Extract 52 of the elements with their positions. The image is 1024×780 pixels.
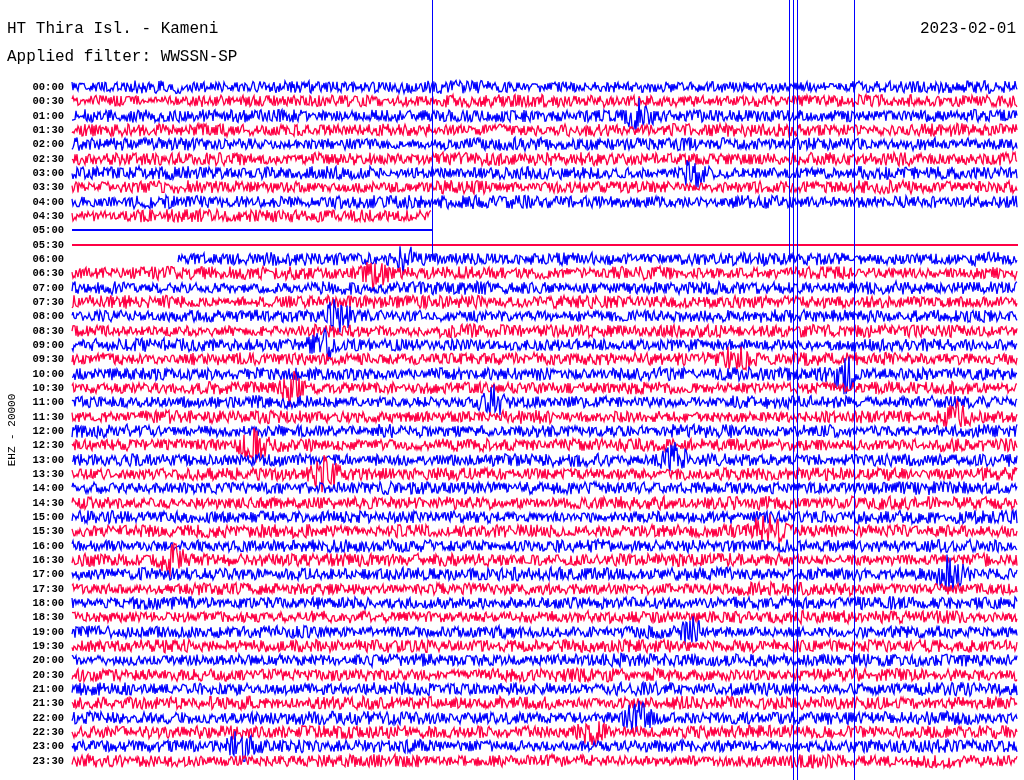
time-label: 18:00	[31, 596, 64, 609]
time-label: 04:30	[31, 210, 64, 223]
time-label: 00:00	[31, 81, 64, 94]
time-label: 13:30	[31, 468, 64, 480]
time-label: 06:00	[31, 253, 64, 266]
time-label: 02:30	[31, 152, 64, 165]
time-label: 02:00	[31, 138, 64, 151]
time-label: 12:00	[31, 425, 64, 438]
time-label: 04:00	[31, 195, 64, 208]
time-label: 09:00	[31, 339, 64, 352]
time-label: 10:00	[31, 367, 64, 380]
time-label: 21:30	[31, 697, 64, 710]
time-label: 08:30	[31, 324, 64, 337]
time-label: 19:30	[31, 639, 64, 652]
time-label: 13:00	[31, 453, 64, 466]
time-label: 01:30	[31, 124, 64, 137]
time-label: 14:00	[31, 482, 64, 495]
time-label: 12:30	[31, 439, 64, 452]
time-label: 22:00	[31, 711, 64, 724]
time-label: 06:30	[31, 267, 64, 280]
time-label: 03:00	[31, 167, 64, 180]
time-label: 15:00	[31, 511, 64, 523]
channel-label: EHZ - 20000	[6, 393, 18, 467]
date-label: 2023-02-01	[920, 20, 1016, 38]
time-label: 17:30	[31, 582, 64, 595]
time-label: 11:00	[31, 396, 64, 409]
time-label: 07:00	[31, 281, 64, 294]
time-label: 18:30	[31, 611, 64, 624]
time-label: 08:00	[31, 310, 64, 323]
time-label: 05:00	[31, 224, 64, 237]
time-label: 20:00	[31, 654, 64, 667]
time-label: 00:30	[31, 95, 64, 108]
time-label: 16:30	[31, 554, 64, 566]
time-label: 07:30	[31, 296, 64, 309]
time-label: 03:30	[31, 181, 64, 194]
filter-label: Applied filter: WWSSN-SP	[7, 48, 238, 66]
time-label: 14:30	[31, 496, 64, 509]
time-label: 23:00	[31, 740, 64, 753]
time-label: 05:30	[31, 238, 64, 251]
time-label: 15:30	[31, 525, 64, 538]
time-label: 21:00	[31, 682, 64, 695]
time-label: 19:00	[31, 625, 64, 638]
time-label: 11:30	[31, 410, 64, 423]
station-title: HT Thira Isl. - Kameni	[7, 20, 219, 38]
time-label: 17:00	[31, 568, 64, 581]
time-label: 16:00	[31, 539, 64, 552]
time-label: 09:30	[31, 353, 64, 366]
time-label: 22:30	[31, 725, 64, 738]
time-label: 10:30	[31, 382, 64, 395]
time-label: 20:30	[31, 668, 64, 681]
time-label: 01:00	[31, 109, 64, 122]
time-label: 23:30	[31, 754, 64, 767]
